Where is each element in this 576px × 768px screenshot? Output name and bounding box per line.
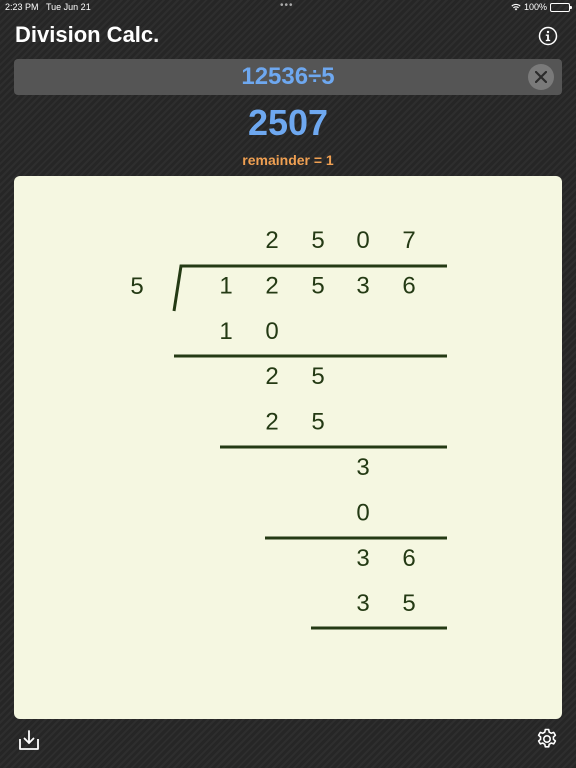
subtract-digit: 0 <box>356 499 369 526</box>
long-division-panel: 5 2 5 0 7 1 2 5 3 6 1 0 2 5 2 5 3 0 3 6 3 5 <box>14 176 562 719</box>
expression-text: 12536÷5 <box>241 63 335 90</box>
gear-icon[interactable] <box>535 727 559 751</box>
remainder-digit: 2 <box>265 363 278 390</box>
dividend-digit: 2 <box>265 272 278 299</box>
dividend-digit: 6 <box>402 272 415 299</box>
expression-field[interactable]: 12536÷5 <box>14 59 562 95</box>
remainder-label: remainder = 1 <box>242 152 334 168</box>
subtract-digit: 2 <box>265 409 278 436</box>
status-time: 2:23 PM <box>5 2 39 12</box>
battery-icon <box>550 2 572 12</box>
divisor-digit: 5 <box>130 273 143 300</box>
wifi-icon <box>511 4 521 11</box>
info-icon[interactable] <box>538 26 558 46</box>
long-division-work: 5 2 5 0 7 1 2 5 3 6 1 0 2 5 2 5 3 0 3 6 3 5 <box>130 227 447 630</box>
subtract-digit: 5 <box>311 409 324 436</box>
quotient-digit: 0 <box>356 227 369 254</box>
status-date: Tue Jun 21 <box>46 2 91 12</box>
dividend-digit: 3 <box>356 272 369 299</box>
battery-percent: 100% <box>523 2 547 12</box>
multitasking-dots-icon[interactable]: ••• <box>280 0 294 11</box>
remainder-digit: 5 <box>311 363 324 390</box>
status-indicators: 100% <box>511 2 572 12</box>
app-title: Division Calc. <box>15 22 160 47</box>
subtract-digit: 1 <box>219 318 232 345</box>
close-icon <box>535 71 547 83</box>
quotient-digit: 7 <box>402 227 415 254</box>
dividend-digit: 5 <box>311 272 324 299</box>
status-bar: 2:23 PM Tue Jun 21 ••• 100% <box>0 0 576 14</box>
clear-button[interactable] <box>528 64 554 90</box>
quotient-result: 2507 <box>247 102 329 143</box>
remainder-digit: 3 <box>356 545 369 572</box>
remainder-digit: 3 <box>356 454 369 481</box>
quotient-digit: 5 <box>311 227 324 254</box>
dividend-digit: 1 <box>219 272 232 299</box>
subtract-digit: 5 <box>402 590 415 617</box>
remainder-digit: 6 <box>402 545 415 572</box>
export-icon[interactable] <box>17 728 41 752</box>
subtract-digit: 3 <box>356 590 369 617</box>
subtract-digit: 0 <box>265 318 278 345</box>
quotient-digit: 2 <box>265 227 278 254</box>
